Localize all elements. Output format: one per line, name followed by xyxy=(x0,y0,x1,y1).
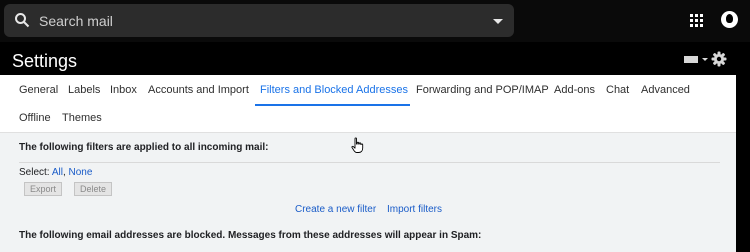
divider xyxy=(19,162,720,163)
gear-icon[interactable] xyxy=(711,51,727,67)
page-title: Settings xyxy=(12,51,78,71)
search-box[interactable] xyxy=(4,4,514,37)
tab-labels[interactable]: Labels xyxy=(68,84,100,96)
filters-section: The following filters are applied to all… xyxy=(0,132,736,252)
chevron-down-icon[interactable] xyxy=(702,58,708,61)
delete-button[interactable]: Delete xyxy=(74,182,112,196)
blocked-heading: The following email addresses are blocke… xyxy=(19,230,482,241)
tab-general[interactable]: General xyxy=(19,84,58,96)
tab-chat[interactable]: Chat xyxy=(606,84,629,96)
tab-offline[interactable]: Offline xyxy=(19,112,51,124)
filters-heading: The following filters are applied to all… xyxy=(19,142,269,153)
tab-filters-and-blocked-addresses[interactable]: Filters and Blocked Addresses xyxy=(260,84,408,96)
hand-cursor-icon xyxy=(351,137,364,153)
tab-inbox[interactable]: Inbox xyxy=(110,84,137,96)
search-options-dropdown-icon[interactable] xyxy=(493,19,503,24)
account-avatar-icon[interactable] xyxy=(721,11,738,28)
settings-panel: General Labels Inbox Accounts and Import… xyxy=(0,75,736,252)
apps-icon[interactable] xyxy=(690,14,703,27)
active-tab-indicator xyxy=(255,104,410,106)
tab-accounts-and-import[interactable]: Accounts and Import xyxy=(148,84,249,96)
search-icon[interactable] xyxy=(14,12,30,28)
tab-themes[interactable]: Themes xyxy=(62,112,102,124)
tab-forwarding-and-pop-imap[interactable]: Forwarding and POP/IMAP xyxy=(416,84,549,96)
select-separator: , xyxy=(62,167,66,178)
export-button[interactable]: Export xyxy=(24,182,62,196)
tab-advanced[interactable]: Advanced xyxy=(641,84,690,96)
select-row: Select: All, None xyxy=(19,167,92,178)
search-input[interactable] xyxy=(39,4,469,37)
select-label: Select: xyxy=(19,167,50,178)
tab-add-ons[interactable]: Add-ons xyxy=(554,84,595,96)
top-bar xyxy=(0,0,750,42)
create-filter-link[interactable]: Create a new filter xyxy=(295,204,376,215)
display-density-icon[interactable] xyxy=(684,56,698,63)
select-none-link[interactable]: None xyxy=(69,167,93,178)
import-filters-link[interactable]: Import filters xyxy=(387,204,442,215)
select-all-link[interactable]: All xyxy=(52,167,63,178)
